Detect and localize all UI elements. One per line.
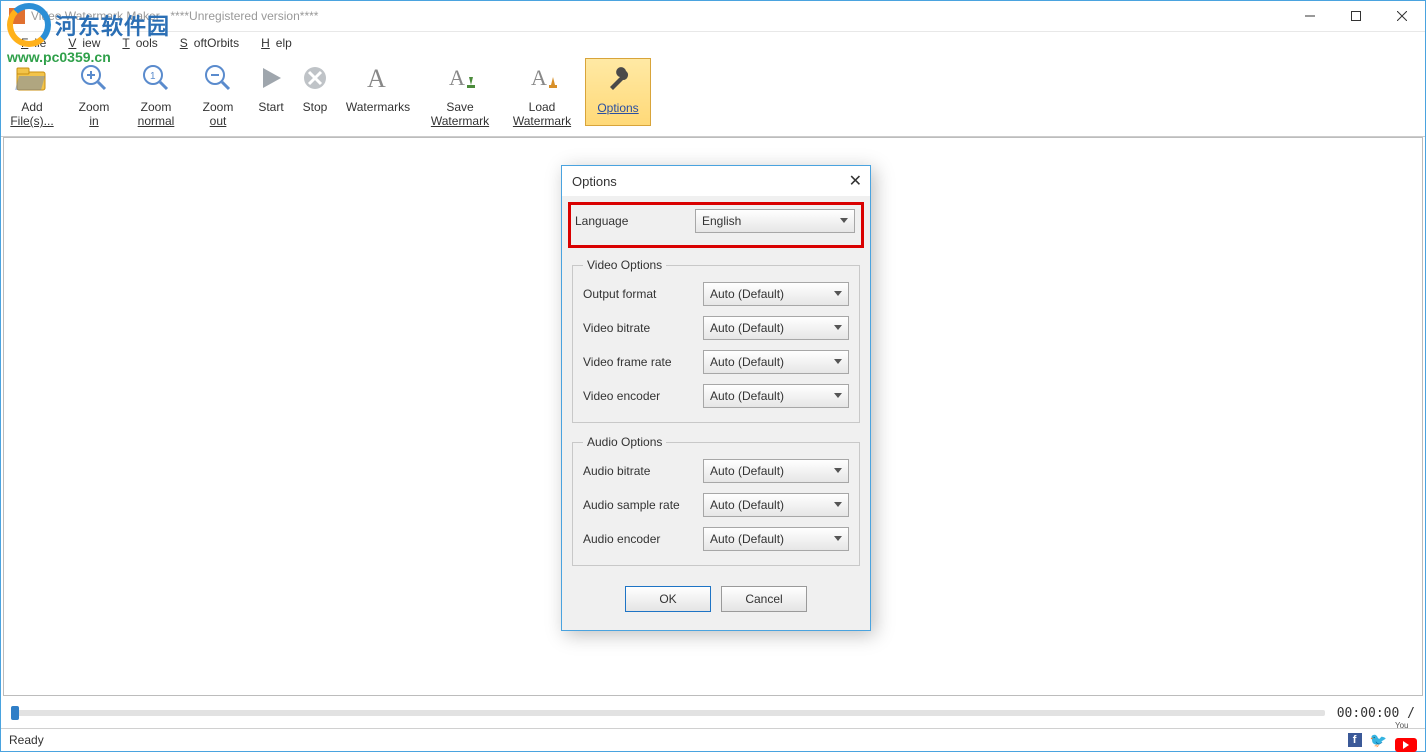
video-options-group: Video Options Output format Auto (Defaul… xyxy=(572,258,860,423)
menubar: File View Tools SoftOrbits Help xyxy=(1,32,1425,54)
timeline-track[interactable] xyxy=(11,710,1325,716)
timeline-bar: 00:00:00 / xyxy=(3,698,1423,728)
dialog-title: Options xyxy=(572,174,617,189)
audio-encoder-combo[interactable]: Auto (Default) xyxy=(703,527,849,551)
start-button[interactable]: Start xyxy=(251,58,291,114)
language-label: Language xyxy=(575,214,695,228)
facebook-icon[interactable]: f xyxy=(1348,733,1362,747)
audio-encoder-label: Audio encoder xyxy=(583,532,703,546)
output-format-label: Output format xyxy=(583,287,703,301)
svg-text:A: A xyxy=(531,65,547,90)
app-window: 河东软件园 www.pc0359.cn Video Watermark Make… xyxy=(0,0,1426,752)
language-highlight: Language English xyxy=(568,202,864,248)
load-watermark-button[interactable]: A Load Watermark xyxy=(503,58,581,128)
video-framerate-label: Video frame rate xyxy=(583,355,703,369)
stop-icon xyxy=(297,60,333,96)
ok-button[interactable]: OK xyxy=(625,586,711,612)
video-encoder-label: Video encoder xyxy=(583,389,703,403)
zoom-in-icon xyxy=(76,60,112,96)
zoom-out-icon xyxy=(200,60,236,96)
zoom-out-button[interactable]: Zoom out xyxy=(189,58,247,128)
video-encoder-combo[interactable]: Auto (Default) xyxy=(703,384,849,408)
video-options-legend: Video Options xyxy=(583,258,666,272)
youtube-icon[interactable]: You xyxy=(1395,729,1417,752)
video-framerate-combo[interactable]: Auto (Default) xyxy=(703,350,849,374)
stop-button[interactable]: Stop xyxy=(295,58,335,114)
app-icon xyxy=(9,8,25,24)
save-watermark-button[interactable]: A Save Watermark xyxy=(421,58,499,128)
menu-help[interactable]: Help xyxy=(249,34,298,52)
audio-samplerate-combo[interactable]: Auto (Default) xyxy=(703,493,849,517)
titlebar: Video Watermark Maker - ****Unregistered… xyxy=(1,1,1425,32)
toolbar: Add File(s)... Zoom in 1 Zoom normal Zoo… xyxy=(1,54,1425,137)
audio-bitrate-combo[interactable]: Auto (Default) xyxy=(703,459,849,483)
video-bitrate-combo[interactable]: Auto (Default) xyxy=(703,316,849,340)
cancel-button[interactable]: Cancel xyxy=(721,586,807,612)
menu-tools[interactable]: Tools xyxy=(110,34,163,52)
folder-plus-icon xyxy=(14,60,50,96)
statusbar: Ready f 🐦 You xyxy=(1,728,1425,751)
menu-softorbits[interactable]: SoftOrbits xyxy=(168,34,245,52)
menu-view[interactable]: View xyxy=(56,34,106,52)
close-button[interactable] xyxy=(1379,1,1425,31)
options-dialog: Options ✕ Language English Video Options… xyxy=(561,165,871,631)
status-text: Ready xyxy=(9,733,44,747)
twitter-icon[interactable]: 🐦 xyxy=(1370,732,1387,749)
watermarks-button[interactable]: A Watermarks xyxy=(339,58,417,114)
svg-text:1: 1 xyxy=(150,71,156,82)
options-button[interactable]: Options xyxy=(585,58,651,126)
time-readout: 00:00:00 / xyxy=(1337,706,1415,721)
timeline-thumb[interactable] xyxy=(11,706,19,720)
svg-text:A: A xyxy=(449,65,465,90)
social-links: f 🐦 You xyxy=(1348,729,1417,752)
watermark-a-icon: A xyxy=(360,60,396,96)
language-combo[interactable]: English xyxy=(695,209,855,233)
zoom-normal-button[interactable]: 1 Zoom normal xyxy=(127,58,185,128)
minimize-button[interactable] xyxy=(1287,1,1333,31)
maximize-button[interactable] xyxy=(1333,1,1379,31)
video-bitrate-label: Video bitrate xyxy=(583,321,703,335)
audio-bitrate-label: Audio bitrate xyxy=(583,464,703,478)
window-title: Video Watermark Maker - ****Unregistered… xyxy=(31,9,318,23)
play-icon xyxy=(253,60,289,96)
zoom-normal-icon: 1 xyxy=(138,60,174,96)
svg-text:A: A xyxy=(367,64,386,93)
output-format-combo[interactable]: Auto (Default) xyxy=(703,282,849,306)
zoom-in-button[interactable]: Zoom in xyxy=(65,58,123,128)
audio-samplerate-label: Audio sample rate xyxy=(583,498,703,512)
menu-file[interactable]: File xyxy=(9,34,52,52)
load-watermark-icon: A xyxy=(524,60,560,96)
audio-options-legend: Audio Options xyxy=(583,435,666,449)
add-files-button[interactable]: Add File(s)... xyxy=(3,58,61,128)
save-watermark-icon: A xyxy=(442,60,478,96)
audio-options-group: Audio Options Audio bitrate Auto (Defaul… xyxy=(572,435,860,566)
wrench-icon xyxy=(600,61,636,97)
dialog-close-button[interactable]: ✕ xyxy=(849,171,862,191)
